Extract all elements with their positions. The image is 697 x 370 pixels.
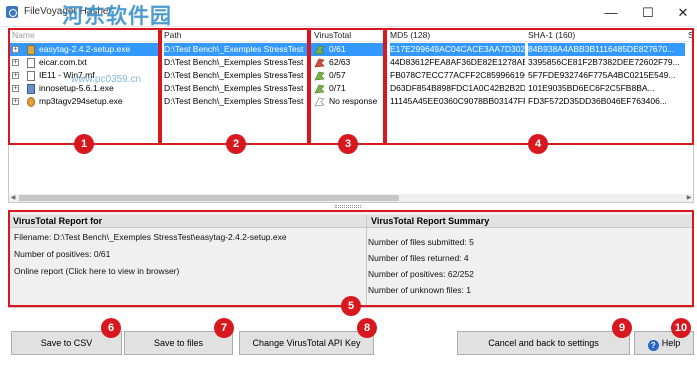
badge-1: 1 <box>74 134 94 154</box>
expand-icon[interactable]: + <box>12 98 19 105</box>
virustotal-cell[interactable]: 62/63 <box>311 56 387 69</box>
column-header-more[interactable]: S <box>685 29 693 42</box>
help-icon: ? <box>647 340 659 351</box>
hash-results-list[interactable]: Name Path VirusTotal MD5 (128) SHA-1 (16… <box>8 28 694 203</box>
sha1-cell: 5F7FDE932746F775A4BC0215E549... <box>528 70 676 80</box>
column-header-virustotal[interactable]: VirusTotal <box>311 29 387 42</box>
virustotal-status-icon <box>314 45 325 55</box>
column-header-name[interactable]: Name <box>9 29 161 42</box>
summary-submitted: Number of files submitted: 5 <box>368 237 474 247</box>
report-divider <box>366 215 367 305</box>
installer-icon <box>27 84 35 94</box>
virustotal-cell[interactable]: 0/61 <box>311 43 387 56</box>
file-name: mp3tagv294setup.exe <box>39 96 123 106</box>
maximize-button[interactable]: ☐ <box>637 4 659 22</box>
expand-icon[interactable]: + <box>12 59 19 66</box>
report-summary-header: VirusTotal Report Summary <box>367 215 693 228</box>
watermark-text: 河东软件园 <box>62 4 172 28</box>
virustotal-cell[interactable]: 0/71 <box>311 82 387 95</box>
badge-3: 3 <box>338 134 358 154</box>
md5-cell: E17E299649AC04CACE3AA7D302F... <box>390 43 525 56</box>
package-icon <box>27 45 35 55</box>
scrollbar-thumb[interactable] <box>19 195 399 201</box>
virustotal-result: 0/61 <box>329 44 346 54</box>
sha1-cell: FD3F572D35DD36B046EF763406... <box>528 96 667 106</box>
md5-cell: 44D83612FEA8AF36DE82E1278AB... <box>390 57 525 67</box>
mp3tag-icon <box>27 97 35 107</box>
report-for-header: VirusTotal Report for <box>9 215 366 228</box>
summary-unknown: Number of unknown files: 1 <box>368 285 471 295</box>
text-file-icon <box>27 58 35 68</box>
scroll-right-icon[interactable]: ▶ <box>685 194 693 202</box>
virustotal-status-icon <box>314 58 325 68</box>
virustotal-status-icon <box>314 84 325 94</box>
splitter-grip[interactable] <box>335 205 361 208</box>
cancel-back-to-settings-button[interactable]: Cancel and back to settings <box>457 331 630 355</box>
sha1-cell: 101E9035BD6EC6F2C5FB8BA... <box>528 83 655 93</box>
virustotal-status-icon <box>314 71 325 81</box>
table-row[interactable]: + mp3tagv294setup.exe D:\Test Bench\_Exemp… <box>9 95 693 108</box>
watermark-url: www.pc0359.cn <box>71 74 142 85</box>
virustotal-result: 0/71 <box>329 83 346 93</box>
path-cell: D:\Test Bench\_Exemples StressTest <box>164 43 311 56</box>
virustotal-report-panel: VirusTotal Report for VirusTotal Report … <box>8 211 694 308</box>
badge-6: 6 <box>101 318 121 338</box>
virustotal-cell[interactable]: 0/57 <box>311 69 387 82</box>
badge-9: 9 <box>612 318 632 338</box>
scroll-left-icon[interactable]: ◀ <box>9 194 17 202</box>
path-cell: D:\Test Bench\_Exemples StressTest <box>164 70 304 80</box>
badge-4: 4 <box>528 134 548 154</box>
badge-7: 7 <box>214 318 234 338</box>
badge-5: 5 <box>341 296 361 316</box>
close-button[interactable]: ✕ <box>672 4 694 22</box>
minimize-button[interactable]: — <box>600 4 622 22</box>
column-header-md5[interactable]: MD5 (128) <box>387 29 525 42</box>
expand-icon[interactable]: + <box>12 46 19 53</box>
badge-2: 2 <box>226 134 246 154</box>
summary-returned: Number of files returned: 4 <box>368 253 469 263</box>
table-row[interactable]: + eicar.com.txt D:\Test Bench\_Exemples St… <box>9 56 693 69</box>
virustotal-result: 62/63 <box>329 57 351 67</box>
sha1-cell: 3395856CE81F2B7382DEE72602F79... <box>528 57 680 67</box>
file-name: easytag-2.4.2-setup.exe <box>39 44 131 54</box>
md5-cell: 11145A45EE0360C9078BB03147FF... <box>390 96 525 106</box>
badge-8: 8 <box>357 318 377 338</box>
sha1-cell: 84B938A4ABB3B1116485DE827670... <box>528 43 685 56</box>
expand-icon[interactable]: + <box>12 85 19 92</box>
path-cell: D:\Test Bench\_Exemples StressTest <box>164 83 304 93</box>
horizontal-scrollbar[interactable]: ◀ ▶ <box>9 194 693 202</box>
summary-positives: Number of positives: 62/252 <box>368 269 474 279</box>
file-name: eicar.com.txt <box>39 57 87 67</box>
virustotal-result: No response <box>329 96 378 106</box>
column-header-sha1[interactable]: SHA-1 (160) <box>525 29 685 42</box>
title-bar: FileVoyager Hasher 河东软件园 — ☐ ✕ <box>0 0 697 28</box>
report-filename: Filename: D:\Test Bench\_Exemples Stress… <box>14 232 287 242</box>
path-cell: D:\Test Bench\_Exemples StressTest <box>164 57 304 67</box>
report-positives: Number of positives: 0/61 <box>14 249 111 259</box>
virustotal-cell[interactable]: No response <box>311 95 387 108</box>
help-label: Help <box>661 338 681 348</box>
md5-cell: FB078C7ECC77ACFF2C85996619C... <box>390 70 525 80</box>
document-icon <box>27 71 35 81</box>
name-cell[interactable]: + easytag-2.4.2-setup.exe <box>9 43 161 56</box>
virustotal-result: 0/57 <box>329 70 346 80</box>
virustotal-status-icon <box>314 97 325 107</box>
badge-10: 10 <box>671 318 691 338</box>
md5-cell: D63DF854B898FDC1A0C42B2B2DD... <box>390 83 525 93</box>
column-header-path[interactable]: Path <box>161 29 311 42</box>
name-cell[interactable]: + mp3tagv294setup.exe <box>9 95 161 108</box>
change-api-key-button[interactable]: Change VirusTotal API Key <box>239 331 374 355</box>
name-cell[interactable]: + eicar.com.txt <box>9 56 161 69</box>
online-report-link[interactable]: Online report (Click here to view in bro… <box>14 265 179 277</box>
app-icon <box>6 6 18 18</box>
table-row[interactable]: + easytag-2.4.2-setup.exe D:\Test Bench\_E… <box>9 43 693 56</box>
path-cell: D:\Test Bench\_Exemples StressTest <box>164 96 304 106</box>
expand-icon[interactable]: + <box>12 72 19 79</box>
